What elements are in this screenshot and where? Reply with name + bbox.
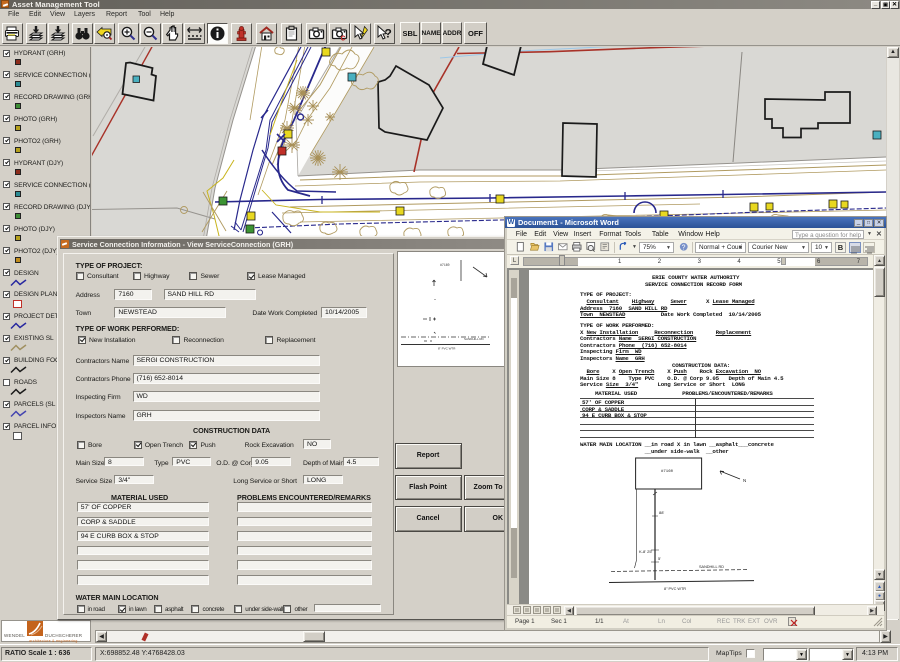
svg-text:8" PVC WTR: 8" PVC WTR xyxy=(438,347,456,351)
svg-text:#7160: #7160 xyxy=(661,470,674,474)
svg-text:c: c xyxy=(341,33,346,43)
svg-text:N: N xyxy=(743,478,746,483)
svg-text:#7160: #7160 xyxy=(440,263,450,267)
svg-text:SANDHILL RD: SANDHILL RD xyxy=(464,337,485,341)
svg-text:SANDHILL RD: SANDHILL RD xyxy=(699,565,724,569)
svg-text:8" PVC WTR: 8" PVC WTR xyxy=(664,587,686,591)
svg-text:88': 88' xyxy=(659,510,664,515)
svg-text:?: ? xyxy=(682,244,686,251)
svg-text:K-8' 25': K-8' 25' xyxy=(639,549,653,554)
svg-text:5': 5' xyxy=(658,556,661,561)
